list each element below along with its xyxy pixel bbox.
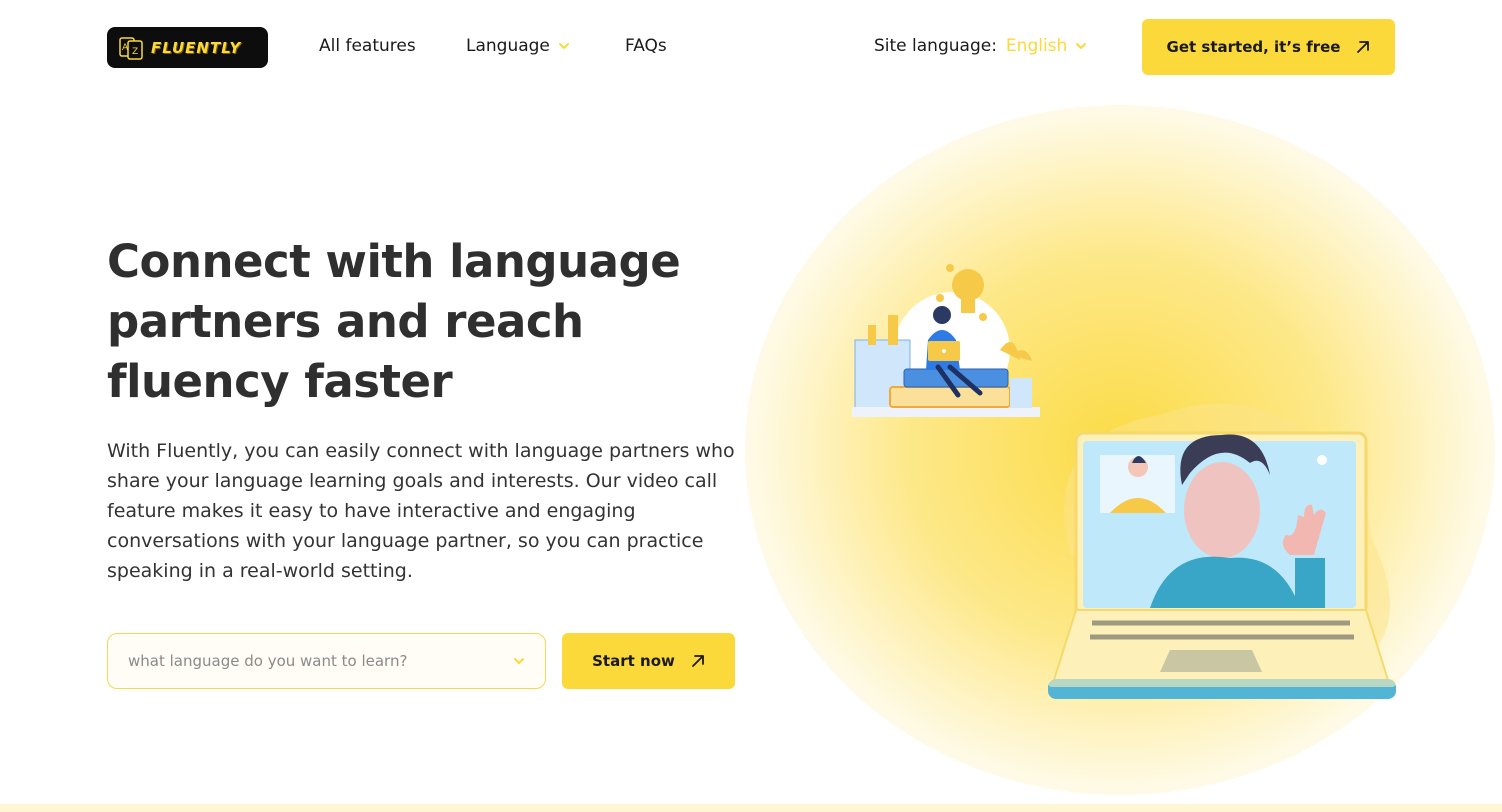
svg-text:A: A bbox=[122, 43, 129, 53]
nav-faqs-label: FAQs bbox=[625, 36, 667, 56]
nav-all-features[interactable]: All features bbox=[319, 36, 416, 56]
nav-language-dropdown[interactable]: Language bbox=[466, 36, 570, 56]
chevron-down-icon bbox=[514, 658, 524, 664]
start-now-label: Start now bbox=[592, 652, 675, 670]
video-call-illustration bbox=[1048, 403, 1396, 699]
hero-illustration bbox=[852, 264, 1396, 699]
logo-text: FLUENTLY bbox=[151, 38, 242, 57]
nav-faqs[interactable]: FAQs bbox=[625, 36, 667, 56]
logo-mark-icon: A Z bbox=[119, 36, 143, 60]
arrow-up-right-icon bbox=[1357, 41, 1370, 53]
section-divider bbox=[0, 804, 1502, 812]
site-language-value: English bbox=[1005, 36, 1068, 56]
study-illustration bbox=[852, 264, 1040, 417]
language-select[interactable]: what language do you want to learn? bbox=[107, 633, 546, 689]
chevron-down-icon bbox=[1076, 43, 1087, 49]
get-started-button[interactable]: Get started, it’s free bbox=[1142, 19, 1395, 75]
hero-description: With Fluently, you can easily connect wi… bbox=[107, 440, 735, 582]
language-select-placeholder: what language do you want to learn? bbox=[128, 652, 408, 670]
site-language-selector[interactable]: Site language: English bbox=[874, 36, 1087, 56]
svg-text:Z: Z bbox=[132, 47, 138, 57]
nav-language-label: Language bbox=[466, 36, 550, 56]
hero-title: Connect with language partners and reach… bbox=[107, 235, 681, 408]
arrow-up-right-icon bbox=[691, 655, 704, 667]
get-started-label: Get started, it’s free bbox=[1166, 38, 1341, 56]
nav-all-features-label: All features bbox=[319, 36, 416, 56]
logo[interactable]: A Z FLUENTLY bbox=[107, 27, 268, 68]
start-now-button[interactable]: Start now bbox=[562, 633, 735, 689]
site-language-label: Site language: bbox=[874, 36, 997, 56]
chevron-down-icon bbox=[558, 43, 569, 49]
